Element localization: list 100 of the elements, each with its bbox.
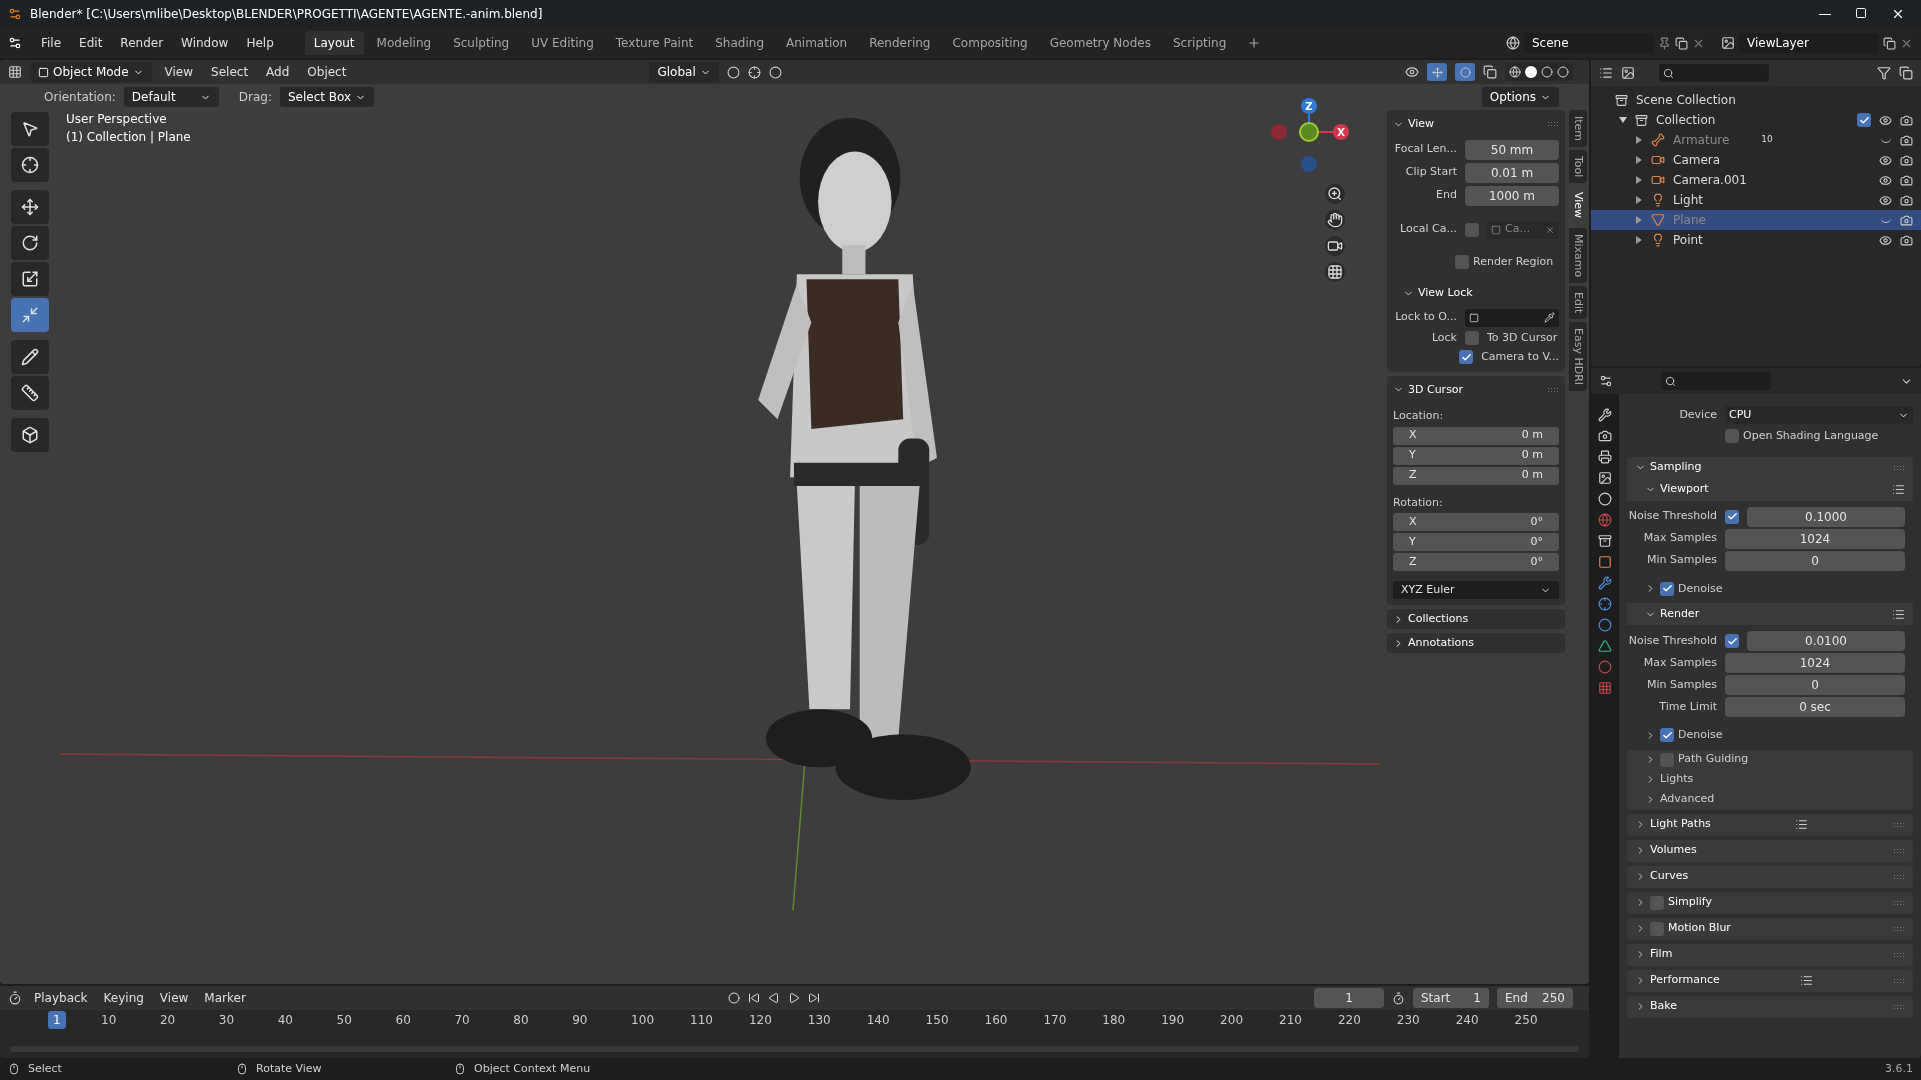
- subpanel-title[interactable]: Advanced: [1660, 791, 1715, 808]
- collapsed-triangle-icon[interactable]: [1635, 196, 1643, 204]
- sidebar-tab[interactable]: Item: [1569, 110, 1587, 148]
- workspace-tab[interactable]: Layout: [304, 31, 364, 55]
- end-frame-field[interactable]: End 250: [1497, 988, 1573, 1008]
- subpanel-title[interactable]: Render: [1660, 605, 1700, 623]
- checkbox[interactable]: [1459, 350, 1474, 365]
- view-layer-icon[interactable]: [1721, 36, 1735, 50]
- editor-type-icon[interactable]: [8, 991, 22, 1005]
- checkbox[interactable]: [1660, 728, 1674, 743]
- collapsed-panel[interactable]: Performance: [1627, 969, 1913, 992]
- scale-tool[interactable]: [11, 262, 49, 296]
- vector-field[interactable]: Z 0°: [1393, 553, 1559, 571]
- render-shading-icon[interactable]: [1557, 66, 1569, 78]
- menu-item[interactable]: View: [159, 63, 199, 81]
- checkbox[interactable]: [1465, 330, 1479, 345]
- checkbox[interactable]: [1857, 113, 1871, 127]
- scene-icon[interactable]: [1506, 36, 1520, 50]
- maximize-icon[interactable]: [1855, 7, 1867, 19]
- zoom-icon[interactable]: [1325, 184, 1345, 204]
- workspace-tab[interactable]: Texture Paint: [606, 31, 703, 55]
- collapsed-panel[interactable]: Collections: [1387, 609, 1565, 629]
- vector-field[interactable]: X 0°: [1393, 513, 1559, 531]
- collapsed-panel[interactable]: Film: [1627, 943, 1913, 966]
- checkbox[interactable]: [1725, 509, 1739, 524]
- new-scene-icon[interactable]: [1675, 36, 1688, 50]
- jump-end-icon[interactable]: [807, 992, 820, 1004]
- measure-tool[interactable]: [11, 376, 49, 410]
- collapsed-panel[interactable]: Bake: [1627, 995, 1913, 1018]
- solid-shading-icon[interactable]: [1525, 66, 1537, 78]
- outliner-row[interactable]: Point: [1591, 230, 1921, 250]
- outliner-row[interactable]: Light: [1591, 190, 1921, 210]
- transform-tool[interactable]: [11, 298, 49, 332]
- orientation-dropdown[interactable]: Default: [123, 87, 219, 107]
- rotation-mode-dropdown[interactable]: XYZ Euler: [1393, 581, 1559, 599]
- workspace-tab[interactable]: Scripting: [1163, 31, 1236, 55]
- eyedropper-icon[interactable]: [1544, 312, 1555, 323]
- number-field[interactable]: 0: [1725, 675, 1905, 695]
- play-icon[interactable]: [787, 992, 800, 1004]
- presets-icon[interactable]: [1799, 974, 1813, 987]
- vector-field[interactable]: Y 0°: [1393, 533, 1559, 551]
- number-field[interactable]: 1024: [1725, 653, 1905, 673]
- add-cube-tool[interactable]: [11, 418, 49, 452]
- jump-start-icon[interactable]: [747, 992, 760, 1004]
- render-camera-icon[interactable]: [1900, 193, 1913, 207]
- render-camera-icon[interactable]: [1900, 133, 1913, 147]
- playhead-frame[interactable]: 1: [48, 1011, 66, 1029]
- workspace-tab[interactable]: Modeling: [367, 31, 441, 55]
- checkbox[interactable]: [1725, 429, 1739, 444]
- sidebar-tab[interactable]: Edit: [1569, 285, 1587, 320]
- vector-field[interactable]: Z 0 m: [1393, 466, 1559, 485]
- sidebar-tab[interactable]: Tool: [1569, 150, 1587, 184]
- pivot-icon[interactable]: [726, 65, 740, 79]
- collapsed-panel[interactable]: Volumes: [1627, 839, 1913, 862]
- vector-field[interactable]: Y 0 m: [1393, 446, 1559, 465]
- subpanel-title[interactable]: View Lock: [1418, 285, 1473, 302]
- collapsed-triangle-icon[interactable]: [1635, 236, 1643, 244]
- collapsed-panel[interactable]: Annotations: [1387, 633, 1565, 653]
- add-workspace-icon[interactable]: [1247, 36, 1262, 50]
- checkbox[interactable]: [1455, 254, 1469, 269]
- render-tab-icon[interactable]: [1598, 429, 1612, 443]
- render-camera-icon[interactable]: [1900, 233, 1913, 247]
- workspace-tab[interactable]: Sculpting: [444, 31, 519, 55]
- workspace-tab[interactable]: Rendering: [860, 31, 940, 55]
- pin-icon[interactable]: [1658, 36, 1671, 50]
- menu-item[interactable]: Render: [113, 34, 171, 52]
- panel-title[interactable]: View: [1408, 116, 1435, 133]
- menu-item[interactable]: View: [155, 989, 193, 1007]
- menu-item[interactable]: Add: [261, 63, 295, 81]
- render-camera-icon[interactable]: [1900, 153, 1913, 167]
- object-field[interactable]: [1465, 308, 1559, 327]
- tree-item[interactable]: Scene Collection: [1636, 91, 1736, 109]
- checkbox[interactable]: [1650, 921, 1664, 936]
- number-field[interactable]: 0.0100: [1747, 631, 1905, 651]
- tree-item[interactable]: Collection: [1656, 111, 1716, 129]
- transform-orientation-dropdown[interactable]: Global: [649, 62, 719, 82]
- checkbox[interactable]: [1465, 222, 1479, 237]
- panel-title[interactable]: Volumes: [1650, 842, 1697, 859]
- new-collection-icon[interactable]: [1899, 66, 1913, 80]
- workspace-tab[interactable]: Animation: [777, 31, 857, 55]
- collapsed-triangle-icon[interactable]: [1635, 216, 1643, 224]
- collapsed-triangle-icon[interactable]: [1635, 136, 1643, 144]
- clear-icon[interactable]: [1545, 224, 1555, 235]
- collapsed-panel[interactable]: Light Paths: [1627, 813, 1913, 836]
- options-dropdown[interactable]: Options: [1481, 87, 1559, 107]
- panel-title[interactable]: Motion Blur: [1668, 920, 1731, 937]
- number-field[interactable]: 1000 m: [1465, 185, 1559, 206]
- panel-title[interactable]: 3D Cursor: [1408, 381, 1464, 398]
- presets-icon[interactable]: [1892, 607, 1905, 621]
- camera-view-icon[interactable]: [1325, 236, 1345, 256]
- search-field[interactable]: [1659, 64, 1769, 82]
- editor-type-icon[interactable]: [1599, 374, 1613, 388]
- workspace-tab[interactable]: Shading: [706, 31, 773, 55]
- pan-hand-icon[interactable]: [1325, 210, 1345, 230]
- panel-title[interactable]: Simplify: [1668, 894, 1713, 911]
- close-icon[interactable]: [1891, 7, 1905, 21]
- presets-icon[interactable]: [1795, 818, 1809, 831]
- collection-tab-icon[interactable]: [1598, 534, 1612, 548]
- move-tool[interactable]: [11, 190, 49, 224]
- menu-item[interactable]: Playback: [30, 989, 92, 1007]
